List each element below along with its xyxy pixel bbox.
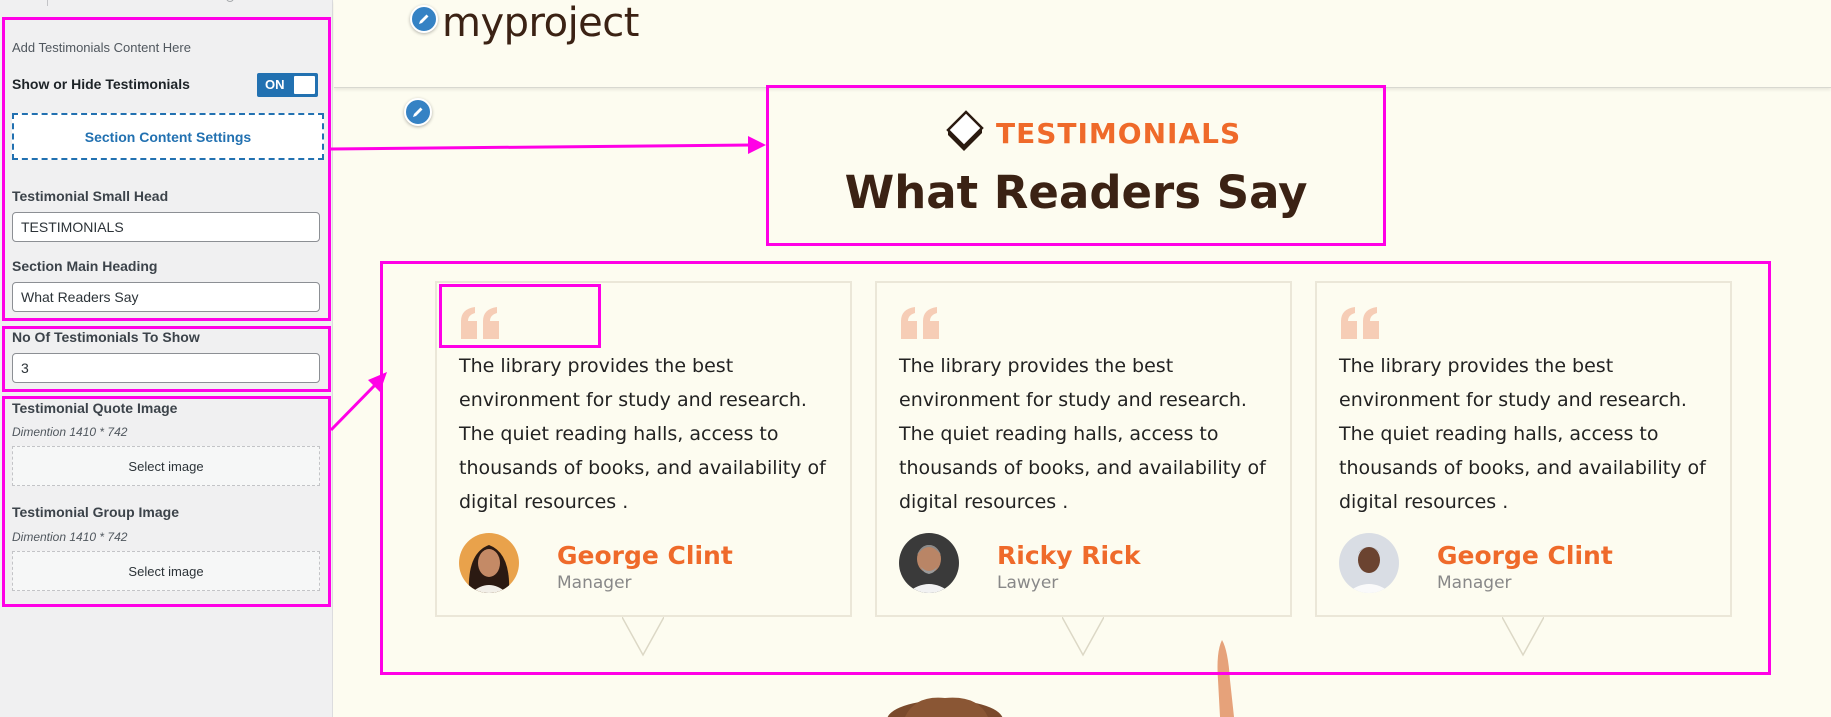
customizer-sidebar: Add Testimonials Content Here Show or Hi…	[0, 0, 333, 717]
testimonial-name: Ricky Rick	[997, 541, 1141, 570]
show-testimonials-toggle[interactable]: ON	[257, 73, 318, 97]
pencil-icon[interactable]	[410, 5, 438, 33]
main-heading-label: Section Main Heading	[12, 258, 158, 274]
testimonial-card: The library provides the best environmen…	[875, 281, 1292, 617]
main-heading-input[interactable]: What Readers Say	[12, 282, 320, 312]
testimonial-text: The library provides the best environmen…	[459, 355, 826, 513]
small-head-label: Testimonial Small Head	[12, 188, 169, 204]
testimonials-small-head: TESTIMONIALS	[944, 108, 1241, 159]
group-image	[887, 640, 1234, 717]
pencil-icon[interactable]	[404, 98, 432, 126]
quote-icon	[1339, 305, 1383, 346]
group-image-select-button[interactable]: Select image	[12, 551, 320, 591]
avatar	[899, 533, 959, 593]
group-image-hint: Dimention 1410 * 742	[12, 530, 128, 544]
avatar	[459, 533, 519, 593]
testimonial-role: Lawyer	[997, 573, 1059, 593]
small-head-text: TESTIMONIALS	[996, 117, 1242, 150]
testimonial-name: George Clint	[1437, 541, 1613, 570]
sidebar-tab-remnant	[47, 0, 333, 6]
testimonial-role: Manager	[1437, 573, 1512, 593]
small-head-input[interactable]: TESTIMONIALS	[12, 212, 320, 242]
toggle-state: ON	[265, 77, 285, 92]
card-pointer	[1502, 617, 1544, 657]
quote-image-select-button[interactable]: Select image	[12, 446, 320, 486]
card-pointer	[622, 617, 664, 657]
quote-icon	[459, 305, 503, 346]
quote-icon	[899, 305, 943, 346]
quote-image-hint: Dimention 1410 * 742	[12, 425, 128, 439]
book-icon	[944, 108, 986, 159]
section-content-settings-button[interactable]: Section Content Settings	[12, 113, 324, 160]
testimonial-text: The library provides the best environmen…	[1339, 355, 1706, 513]
site-title[interactable]: myproject	[442, 0, 639, 46]
testimonial-text: The library provides the best environmen…	[899, 355, 1266, 513]
testimonial-name: George Clint	[557, 541, 733, 570]
testimonial-card: The library provides the best environmen…	[1315, 281, 1732, 617]
quote-image-label: Testimonial Quote Image	[12, 400, 178, 416]
section-description: Add Testimonials Content Here	[12, 40, 191, 55]
toggle-label: Show or Hide Testimonials	[12, 76, 190, 92]
count-label: No Of Testimonials To Show	[12, 329, 200, 345]
count-input[interactable]: 3	[12, 353, 320, 383]
section-heading: What Readers Say	[844, 166, 1308, 219]
testimonial-role: Manager	[557, 573, 632, 593]
chevron-icon	[226, 0, 234, 2]
testimonial-card: The library provides the best environmen…	[435, 281, 852, 617]
avatar	[1339, 533, 1399, 593]
toggle-knob	[294, 76, 315, 94]
group-image-label: Testimonial Group Image	[12, 504, 179, 520]
